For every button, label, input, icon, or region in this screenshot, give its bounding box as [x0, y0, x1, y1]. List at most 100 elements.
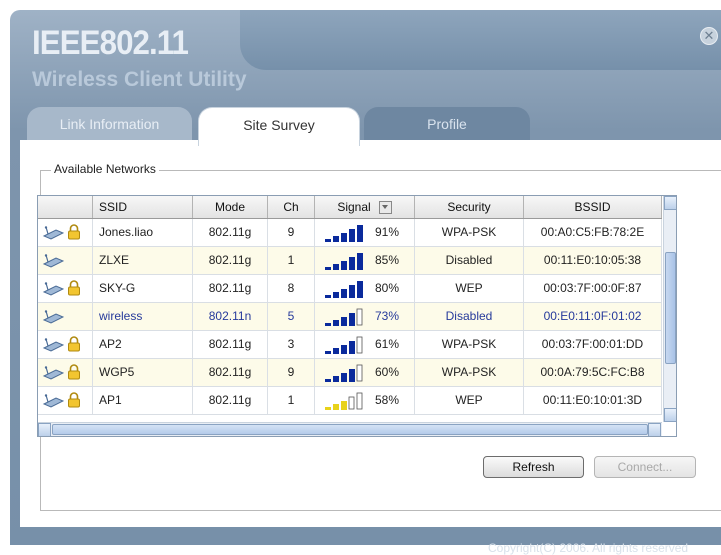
cell-signal: 85% — [315, 247, 415, 274]
cell-ch: 5 — [268, 303, 315, 330]
row-icons — [38, 387, 93, 414]
header-signal[interactable]: Signal — [315, 196, 415, 218]
scroll-right-icon[interactable] — [648, 423, 661, 436]
close-icon[interactable]: ✕ — [700, 27, 718, 45]
cell-security: Disabled — [415, 247, 524, 274]
row-icons — [38, 303, 93, 330]
signal-percent: 85% — [375, 253, 400, 267]
header-security[interactable]: Security — [415, 196, 524, 218]
wireless-adapter-icon — [42, 282, 64, 296]
table-row[interactable]: Jones.liao 802.11g 9 WPA-PSK 00:A0:C5:FB:78:… — [38, 219, 662, 247]
header-panel — [240, 10, 721, 70]
scroll-left-icon[interactable] — [38, 423, 51, 436]
header-ch[interactable]: Ch — [268, 196, 315, 218]
cell-ch: 1 — [268, 247, 315, 274]
connect-button[interactable]: Connect... — [594, 456, 696, 478]
vertical-scrollbar[interactable] — [663, 196, 676, 422]
refresh-button[interactable]: Refresh — [483, 456, 584, 478]
signal-percent: 91% — [375, 225, 400, 239]
cell-ch: 1 — [268, 387, 315, 414]
scroll-down-icon[interactable] — [664, 408, 676, 422]
horizontal-scroll-thumb[interactable] — [52, 424, 648, 435]
networks-table[interactable]: SSID Mode Ch Signal Security BSSID Jones… — [37, 195, 677, 437]
cell-ch: 3 — [268, 331, 315, 358]
signal-percent: 58% — [375, 393, 400, 407]
cell-mode: 802.11n — [193, 303, 268, 330]
cell-ssid: WGP5 — [93, 359, 193, 386]
signal-percent: 61% — [375, 337, 400, 351]
tab-link-information[interactable]: Link Information — [27, 107, 192, 141]
cell-bssid: 00:E0:11:0F:01:02 — [524, 303, 662, 330]
tab-profile[interactable]: Profile — [364, 107, 530, 141]
header-ssid[interactable]: SSID — [93, 196, 193, 218]
cell-bssid: 00:A0:C5:FB:78:2E — [524, 219, 662, 246]
row-icons — [38, 359, 93, 386]
signal-percent: 60% — [375, 365, 400, 379]
lock-icon — [68, 392, 80, 408]
lock-icon — [68, 280, 80, 296]
cell-signal: 73% — [315, 303, 415, 330]
row-icons — [38, 331, 93, 358]
wireless-adapter-icon — [42, 310, 64, 324]
signal-strength-icon — [325, 364, 363, 382]
table-row[interactable]: ZLXE 802.11g 1 Disabled 00:11:E0:10:05:38 85% — [38, 247, 662, 275]
signal-strength-icon — [325, 392, 363, 410]
row-icons — [38, 275, 93, 302]
horizontal-scrollbar[interactable] — [38, 422, 662, 436]
signal-percent: 73% — [375, 309, 400, 323]
cell-signal: 60% — [315, 359, 415, 386]
table-row[interactable]: SKY-G 802.11g 8 WEP 00:03:7F:00:0F:87 80% — [38, 275, 662, 303]
cell-security: Disabled — [415, 303, 524, 330]
logo-subtitle: Wireless Client Utility — [32, 68, 247, 91]
signal-strength-icon — [325, 253, 363, 270]
logo-title: IEEE802.11 — [32, 24, 189, 62]
wireless-adapter-icon — [42, 338, 64, 352]
wireless-adapter-icon — [42, 366, 64, 380]
header-bssid[interactable]: BSSID — [524, 196, 662, 218]
cell-ch: 9 — [268, 219, 315, 246]
cell-ssid: Jones.liao — [93, 219, 193, 246]
signal-strength-icon — [325, 308, 363, 326]
cell-ssid: AP1 — [93, 387, 193, 414]
row-icons — [38, 219, 93, 246]
cell-bssid: 00:0A:79:5C:FC:B8 — [524, 359, 662, 386]
cell-signal: 58% — [315, 387, 415, 414]
signal-strength-icon — [325, 281, 363, 298]
cell-mode: 802.11g — [193, 219, 268, 246]
cell-security: WEP — [415, 387, 524, 414]
scroll-up-icon[interactable] — [664, 196, 676, 210]
cell-ssid: SKY-G — [93, 275, 193, 302]
cell-bssid: 00:11:E0:10:05:38 — [524, 247, 662, 274]
cell-security: WPA-PSK — [415, 219, 524, 246]
table-row[interactable]: AP1 802.11g 1 WEP 00:11:E0:10:01:3D 58% — [38, 387, 662, 415]
table-row[interactable]: wireless 802.11n 5 Disabled 00:E0:11:0F:01:0… — [38, 303, 662, 331]
table-header: SSID Mode Ch Signal Security BSSID — [38, 196, 662, 219]
table-row[interactable]: AP2 802.11g 3 WPA-PSK 00:03:7F:00:01:DD 61% — [38, 331, 662, 359]
cell-ch: 9 — [268, 359, 315, 386]
header-signal-label: Signal — [337, 200, 371, 214]
cell-signal: 61% — [315, 331, 415, 358]
cell-security: WPA-PSK — [415, 359, 524, 386]
cell-ssid: ZLXE — [93, 247, 193, 274]
row-icons — [38, 247, 93, 274]
sort-dropdown-icon[interactable] — [378, 201, 392, 215]
cell-ssid: AP2 — [93, 331, 193, 358]
tab-site-survey[interactable]: Site Survey — [198, 107, 360, 146]
lock-icon — [68, 336, 80, 352]
cell-bssid: 00:11:E0:10:01:3D — [524, 387, 662, 414]
wireless-adapter-icon — [42, 226, 64, 240]
cell-signal: 80% — [315, 275, 415, 302]
cell-ch: 8 — [268, 275, 315, 302]
wireless-adapter-icon — [42, 394, 64, 408]
copyright-text: Copyright(C) 2006. All rights reserved — [488, 541, 689, 555]
cell-mode: 802.11g — [193, 359, 268, 386]
signal-strength-icon — [325, 336, 363, 354]
header-mode[interactable]: Mode — [193, 196, 268, 218]
cell-bssid: 00:03:7F:00:0F:87 — [524, 275, 662, 302]
available-networks-label: Available Networks — [51, 162, 159, 176]
vertical-scroll-thumb[interactable] — [665, 252, 676, 364]
cell-mode: 802.11g — [193, 247, 268, 274]
table-row[interactable]: WGP5 802.11g 9 WPA-PSK 00:0A:79:5C:FC:B8 60% — [38, 359, 662, 387]
cell-mode: 802.11g — [193, 387, 268, 414]
lock-icon — [68, 224, 80, 240]
